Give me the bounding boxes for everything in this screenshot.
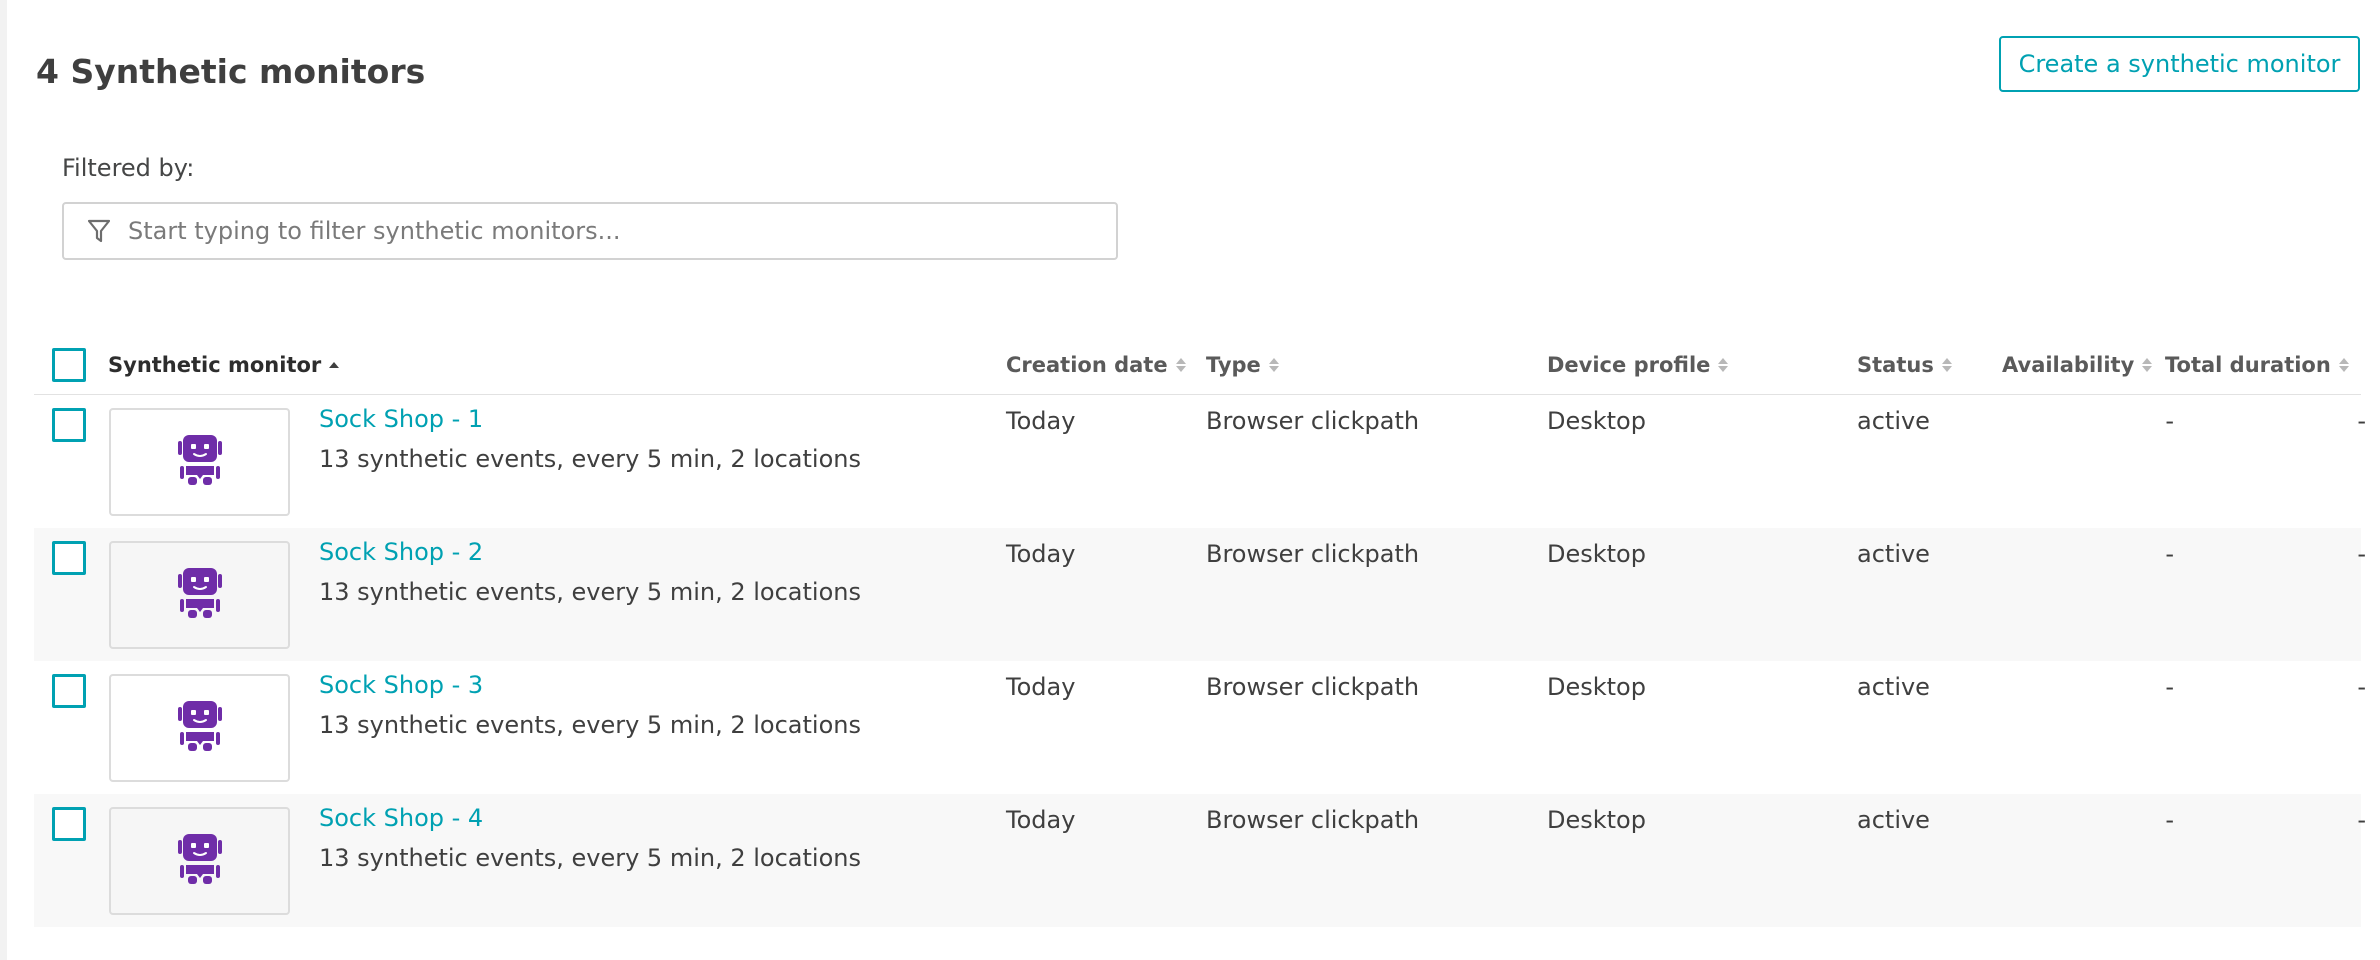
total-duration-cell: - [2357, 673, 2366, 701]
column-header-label: Creation date [1006, 353, 1168, 377]
create-monitor-button[interactable]: Create a synthetic monitor [1999, 36, 2360, 92]
total-duration-cell: - [2357, 806, 2366, 834]
availability-cell: - [2165, 540, 2174, 568]
robot-icon [177, 701, 223, 755]
column-header-type[interactable]: Type [1206, 353, 1279, 377]
status-cell: active [1857, 540, 1930, 568]
column-header-status[interactable]: Status [1857, 353, 1952, 377]
sort-ascending-icon [329, 362, 340, 368]
device-profile-cell: Desktop [1547, 407, 1646, 435]
column-header-availability[interactable]: Availability [2002, 353, 2153, 377]
table-row: Sock Shop - 2 13 synthetic events, every… [34, 528, 2366, 661]
monitor-name-link[interactable]: Sock Shop - 3 [319, 671, 483, 699]
type-cell: Browser clickpath [1206, 540, 1420, 568]
column-header-label: Total duration [2165, 353, 2331, 377]
column-header-label: Type [1206, 353, 1261, 377]
monitor-thumbnail[interactable] [109, 408, 290, 516]
table-row: Sock Shop - 4 13 synthetic events, every… [34, 794, 2366, 927]
monitor-thumbnail[interactable] [109, 541, 290, 649]
funnel-icon [88, 216, 118, 246]
page-title: 4 Synthetic monitors [36, 52, 426, 91]
column-header-device-profile[interactable]: Device profile [1547, 353, 1729, 377]
monitor-description: 13 synthetic events, every 5 min, 2 loca… [319, 711, 861, 739]
column-header-total-duration[interactable]: Total duration [2165, 353, 2349, 377]
table-header: Synthetic monitor Creation date Type Dev… [34, 336, 2361, 395]
status-cell: active [1857, 407, 1930, 435]
type-cell: Browser clickpath [1206, 407, 1420, 435]
monitor-thumbnail[interactable] [109, 807, 290, 915]
column-header-creation-date[interactable]: Creation date [1006, 353, 1186, 377]
creation-date-cell: Today [1006, 806, 1076, 834]
availability-cell: - [2165, 673, 2174, 701]
total-duration-cell: - [2357, 540, 2366, 568]
monitor-thumbnail[interactable] [109, 674, 290, 782]
type-cell: Browser clickpath [1206, 806, 1420, 834]
robot-icon [177, 435, 223, 489]
creation-date-cell: Today [1006, 407, 1076, 435]
monitors-table: Synthetic monitor Creation date Type Dev… [34, 336, 2366, 927]
column-header-label: Availability [2002, 353, 2135, 377]
table-row: Sock Shop - 1 13 synthetic events, every… [34, 395, 2366, 528]
row-checkbox[interactable] [52, 408, 86, 442]
status-cell: active [1857, 806, 1930, 834]
sort-icon [1268, 358, 1279, 372]
monitor-description: 13 synthetic events, every 5 min, 2 loca… [319, 578, 861, 606]
sort-icon [2142, 358, 2153, 372]
filter-field[interactable] [62, 202, 1118, 260]
type-cell: Browser clickpath [1206, 673, 1420, 701]
robot-icon [177, 834, 223, 888]
table-row: Sock Shop - 3 13 synthetic events, every… [34, 661, 2366, 794]
select-all-checkbox[interactable] [52, 348, 86, 382]
left-rule [0, 0, 7, 960]
availability-cell: - [2165, 407, 2174, 435]
monitor-description: 13 synthetic events, every 5 min, 2 loca… [319, 844, 861, 872]
column-header-label: Synthetic monitor [108, 353, 322, 377]
status-cell: active [1857, 673, 1930, 701]
row-checkbox[interactable] [52, 674, 86, 708]
sort-icon [2338, 358, 2349, 372]
device-profile-cell: Desktop [1547, 540, 1646, 568]
filter-input[interactable] [126, 216, 1116, 246]
filter-label: Filtered by: [62, 154, 195, 182]
sort-icon [1718, 358, 1729, 372]
monitor-name-link[interactable]: Sock Shop - 4 [319, 804, 483, 832]
sort-icon [1941, 358, 1952, 372]
column-header-label: Status [1857, 353, 1934, 377]
total-duration-cell: - [2357, 407, 2366, 435]
creation-date-cell: Today [1006, 540, 1076, 568]
row-checkbox[interactable] [52, 807, 86, 841]
sort-icon [1175, 358, 1186, 372]
monitor-name-link[interactable]: Sock Shop - 1 [319, 405, 483, 433]
device-profile-cell: Desktop [1547, 673, 1646, 701]
column-header-monitor[interactable]: Synthetic monitor [108, 353, 340, 377]
device-profile-cell: Desktop [1547, 806, 1646, 834]
monitor-name-link[interactable]: Sock Shop - 2 [319, 538, 483, 566]
monitor-description: 13 synthetic events, every 5 min, 2 loca… [319, 445, 861, 473]
robot-icon [177, 568, 223, 622]
row-checkbox[interactable] [52, 541, 86, 575]
column-header-label: Device profile [1547, 353, 1711, 377]
availability-cell: - [2165, 806, 2174, 834]
creation-date-cell: Today [1006, 673, 1076, 701]
